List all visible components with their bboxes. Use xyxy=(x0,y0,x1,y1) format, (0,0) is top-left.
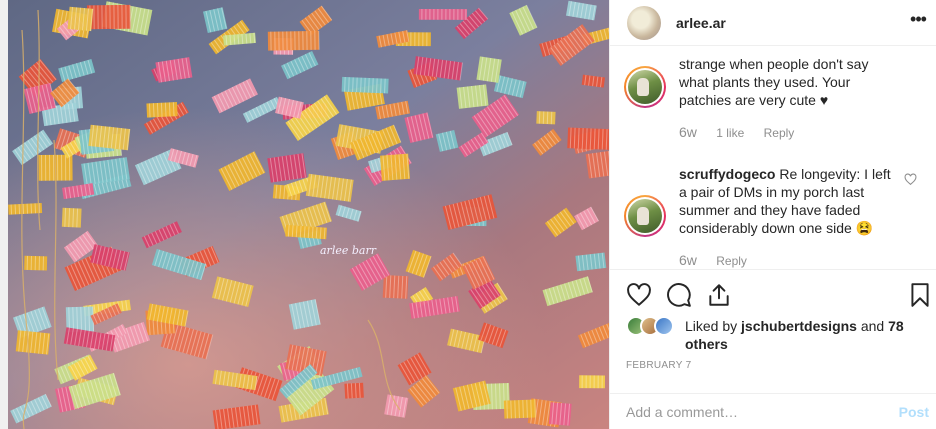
comment-age[interactable]: 6w xyxy=(679,252,697,268)
stitch-patch xyxy=(8,202,43,215)
post-photo[interactable]: arlee barr xyxy=(8,0,609,429)
stitch-patch xyxy=(15,330,51,355)
likes-text: Liked by jschubertdesigns and 78 others xyxy=(685,317,915,353)
author-avatar[interactable] xyxy=(627,6,661,40)
stitch-patch xyxy=(384,394,409,418)
comment-body: strange when people don't say what plant… xyxy=(679,56,869,108)
stitch-patch xyxy=(146,102,178,118)
stitch-patch xyxy=(476,56,502,83)
comment-text: strange when people don't say what plant… xyxy=(679,55,894,109)
comment-input[interactable] xyxy=(626,402,876,422)
reply-button[interactable]: Reply xyxy=(716,254,747,268)
reply-button[interactable]: Reply xyxy=(764,126,795,140)
stitch-patch xyxy=(344,382,364,399)
page-left-margin xyxy=(0,0,8,429)
stitch-patch xyxy=(86,4,131,30)
add-comment-bar: Post xyxy=(610,393,936,429)
comment-bubble-icon[interactable] xyxy=(666,282,692,308)
likes-prefix: Liked by xyxy=(685,318,742,334)
comment-text: scruffydogeco Re longevity: I left a pai… xyxy=(679,165,894,237)
commenter-avatar[interactable] xyxy=(624,195,666,237)
stitch-patch xyxy=(288,299,321,330)
stitch-patch xyxy=(456,84,489,109)
embroidery-image: arlee barr xyxy=(8,0,609,429)
post-header: arlee.ar ••• xyxy=(610,0,936,46)
stitch-patch xyxy=(61,207,82,228)
stitch-patch xyxy=(567,127,609,151)
commenter-avatar[interactable] xyxy=(624,66,666,108)
comment-like-count[interactable]: 1 like xyxy=(716,126,744,140)
stitch-patch xyxy=(267,153,307,183)
liker-username[interactable]: jschubertdesigns xyxy=(741,318,857,334)
stitch-patch xyxy=(548,402,572,426)
commenter-username[interactable]: scruffydogeco xyxy=(679,166,775,182)
liker-avatar[interactable] xyxy=(654,316,674,336)
comment-like-heart-icon[interactable] xyxy=(904,173,917,186)
likes-and: and xyxy=(856,318,889,334)
stitch-patch xyxy=(579,375,605,389)
photo-watermark: arlee barr xyxy=(320,244,377,257)
stitch-patch xyxy=(380,153,411,181)
stitch-patch xyxy=(382,275,409,299)
bookmark-icon[interactable] xyxy=(907,282,933,308)
share-icon[interactable] xyxy=(706,282,732,308)
comment-meta: 6w 1 like Reply xyxy=(679,124,810,140)
author-username[interactable]: arlee.ar xyxy=(676,15,726,31)
stitch-patch xyxy=(503,399,537,419)
stitch-patch xyxy=(536,111,556,125)
post-comment-button[interactable]: Post xyxy=(899,404,929,420)
comment-meta: 6w Reply xyxy=(679,252,763,268)
stitch-patch xyxy=(67,6,94,32)
stitch-patch xyxy=(267,30,320,51)
more-horizontal-icon[interactable]: ••• xyxy=(907,10,929,32)
stitch-patch xyxy=(88,124,131,151)
heart-icon[interactable] xyxy=(626,282,652,308)
liker-avatars xyxy=(626,316,678,336)
likes-summary: Liked by jschubertdesigns and 78 others xyxy=(626,314,926,354)
post-date[interactable]: FEBRUARY 7 xyxy=(626,360,691,371)
comment-age[interactable]: 6w xyxy=(679,124,697,140)
stitch-patch xyxy=(341,76,389,94)
stitch-patch xyxy=(24,255,48,271)
post-side-panel: arlee.ar ••• strange when people don't s… xyxy=(609,0,936,429)
stitch-patch xyxy=(418,9,467,20)
comments-list[interactable]: strange when people don't say what plant… xyxy=(610,47,936,269)
